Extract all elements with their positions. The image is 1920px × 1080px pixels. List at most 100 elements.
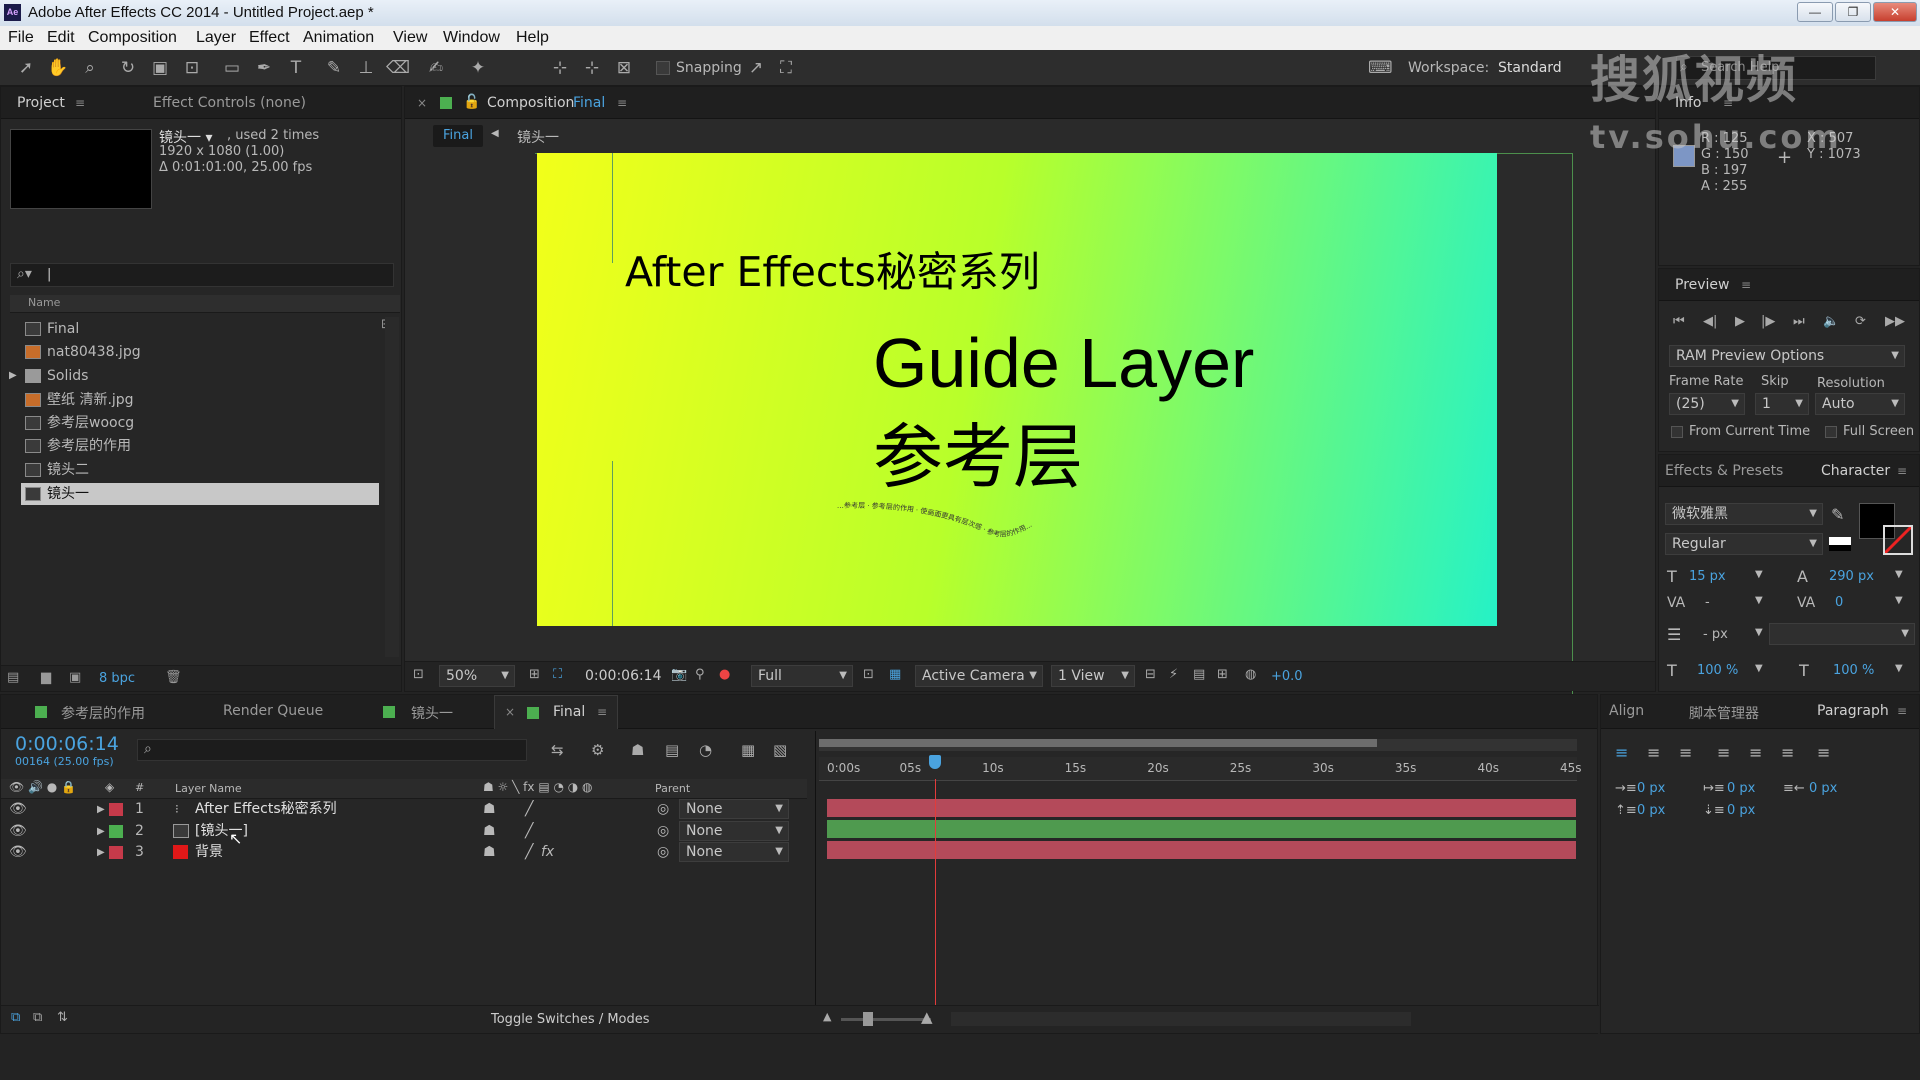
project-item-guide-woocg[interactable]: 参考层woocg [21,412,379,434]
parent-select[interactable]: None ▼ [679,799,789,819]
chevron-down-icon[interactable]: ▼ [1895,663,1903,674]
frame-rate-select[interactable]: (25) ▼ [1669,393,1745,415]
tab-project[interactable]: Project [17,95,65,111]
preview-resolution-select[interactable]: Auto ▼ [1815,393,1905,415]
snap-features-icon[interactable]: ⛶ [774,56,798,80]
mask-visibility-icon[interactable]: ⛶ [553,667,562,682]
axis-view-icon[interactable]: ⊠ [612,56,636,80]
parent-select[interactable]: None ▼ [679,842,789,862]
tab-preview[interactable]: Preview [1675,277,1730,293]
zoom-slider-thumb[interactable] [863,1012,873,1026]
flowchart-icon[interactable]: ⊞ [1217,667,1228,682]
composition-tab-prefix[interactable]: Composition [487,95,574,111]
last-frame-icon[interactable]: ⏭ [1793,314,1805,329]
zoom-in-icon[interactable]: ▲ [921,1008,933,1026]
next-frame-icon[interactable]: |▶ [1761,314,1775,329]
pan-behind-tool-icon[interactable]: ⊡ [180,56,204,80]
breadcrumb-final[interactable]: Final [433,125,483,147]
workspace-select[interactable]: Standard [1498,60,1562,76]
zoom-slider-track[interactable] [841,1018,931,1021]
align-left-icon[interactable]: ≡ [1615,743,1628,762]
pickwhip-icon[interactable]: ◎ [657,799,669,820]
tab-character[interactable]: Character [1821,463,1890,479]
snap-edges-icon[interactable]: ↗ [744,56,768,80]
reset-exposure-icon[interactable]: ◍ [1245,667,1256,682]
zoom-out-icon[interactable]: ▲ [823,1010,831,1023]
composition-tab-name[interactable]: Final [573,95,605,111]
indent-left-value[interactable]: 0 px [1637,781,1665,796]
new-composition-icon[interactable]: ▣ [69,670,81,685]
bit-depth-button[interactable]: 8 bpc [99,671,135,686]
current-time-display[interactable]: 0:00:06:14 [585,668,662,684]
full-screen-checkbox[interactable] [1825,426,1837,438]
snapping-checkbox[interactable] [656,61,670,75]
trash-icon[interactable]: 🗑 [165,670,182,685]
region-of-interest-icon[interactable]: ⊡ [863,667,874,682]
tab-final-active[interactable]: × Final ≡ [494,695,618,729]
tab-guide-usage[interactable]: 参考层的作用 [61,703,145,723]
maximize-button[interactable]: ❐ [1835,2,1871,22]
project-item-guide-usage[interactable]: 参考层的作用 [21,435,379,457]
hand-tool-icon[interactable]: ✋ [46,56,70,80]
tab-render-queue[interactable]: Render Queue [223,703,323,719]
font-family-select[interactable]: 微软雅黑 ▼ [1665,503,1823,525]
project-item-final[interactable]: Final [21,318,379,340]
always-preview-icon[interactable]: ⊡ [413,667,424,682]
leading-value[interactable]: 290 px [1829,569,1874,584]
chevron-down-icon[interactable]: ▼ [1895,595,1903,606]
menu-edit[interactable]: Edit [47,29,75,47]
layer-color-label[interactable] [109,803,123,816]
fast-previews-icon[interactable]: ⚡ [1169,667,1178,682]
white-black-swatch[interactable] [1829,537,1851,551]
layer-bar-3[interactable] [827,841,1576,859]
eye-icon[interactable]: 👁 [9,821,27,842]
transfer-controls-toggle-icon[interactable]: ⧉ [33,1010,42,1025]
interpret-footage-icon[interactable]: ▤ [7,670,19,685]
pixel-aspect-icon[interactable]: ⊟ [1145,667,1156,682]
pickwhip-icon[interactable]: ◎ [657,842,669,863]
project-item-solids[interactable]: ▶ Solids [9,365,379,387]
timeline-icon[interactable]: ▤ [1193,667,1205,682]
project-search-input[interactable]: ⌕▾ | [10,263,394,287]
shy-switch-icon[interactable]: ☗ [483,842,496,863]
justify-all-icon[interactable]: ≡ [1817,743,1830,762]
previous-frame-icon[interactable]: ◀| [1703,314,1717,329]
layer-bar-1[interactable] [827,799,1576,817]
close-button[interactable]: ✕ [1873,2,1917,22]
stroke-width-value[interactable]: - px [1703,627,1728,642]
graph-editor-icon[interactable]: ▦ [741,741,755,759]
ram-preview-icon[interactable]: ▶▶ [1885,314,1905,329]
minimize-button[interactable]: — [1797,2,1833,22]
work-area-range[interactable] [819,739,1377,747]
menu-composition[interactable]: Composition [88,29,177,47]
font-style-select[interactable]: Regular ▼ [1665,533,1823,555]
playhead-handle[interactable] [929,755,942,769]
pen-tool-icon[interactable]: ✒ [252,56,276,80]
chevron-down-icon[interactable]: ▼ [1755,595,1763,606]
menu-view[interactable]: View [393,29,427,47]
eraser-tool-icon[interactable]: ⌫ [386,56,410,80]
chevron-down-icon[interactable]: ▼ [1895,569,1903,580]
expand-arrow-icon[interactable]: ▶ [97,842,105,863]
close-tab-icon[interactable]: × [417,96,427,110]
first-frame-icon[interactable]: ⏮ [1673,314,1685,329]
stroke-color-swatch[interactable] [1883,525,1913,555]
audio-icon[interactable]: 🔈 [1823,314,1839,329]
tab-shot-one[interactable]: 镜头一 [411,703,453,723]
tablet-icon[interactable]: ⌨ [1368,56,1393,80]
panel-menu-icon[interactable]: ≡ [1741,278,1751,292]
tab-effects-presets[interactable]: Effects & Presets [1665,463,1783,479]
menu-animation[interactable]: Animation [303,29,374,47]
lock-icon[interactable]: 🔓 [463,94,480,110]
rotate-tool-icon[interactable]: ↻ [116,56,140,80]
type-tool-icon[interactable]: T [284,56,308,80]
chevron-down-icon[interactable]: ▼ [1755,569,1763,580]
align-center-icon[interactable]: ≡ [1647,743,1660,762]
play-icon[interactable]: ▶ [1735,314,1745,329]
justify-last-right-icon[interactable]: ≡ [1781,743,1794,762]
project-item-wallpaper[interactable]: 壁纸 清新.jpg [21,389,379,411]
quality-switch-icon[interactable]: ╱ [525,799,533,820]
eye-icon[interactable]: 👁 [9,842,27,863]
expand-arrow-icon[interactable]: ▶ [97,799,105,820]
layer-row-3[interactable]: 👁 ▶ 3 背景 ☗ ╱ fx ◎ None ▼ [1,842,807,863]
